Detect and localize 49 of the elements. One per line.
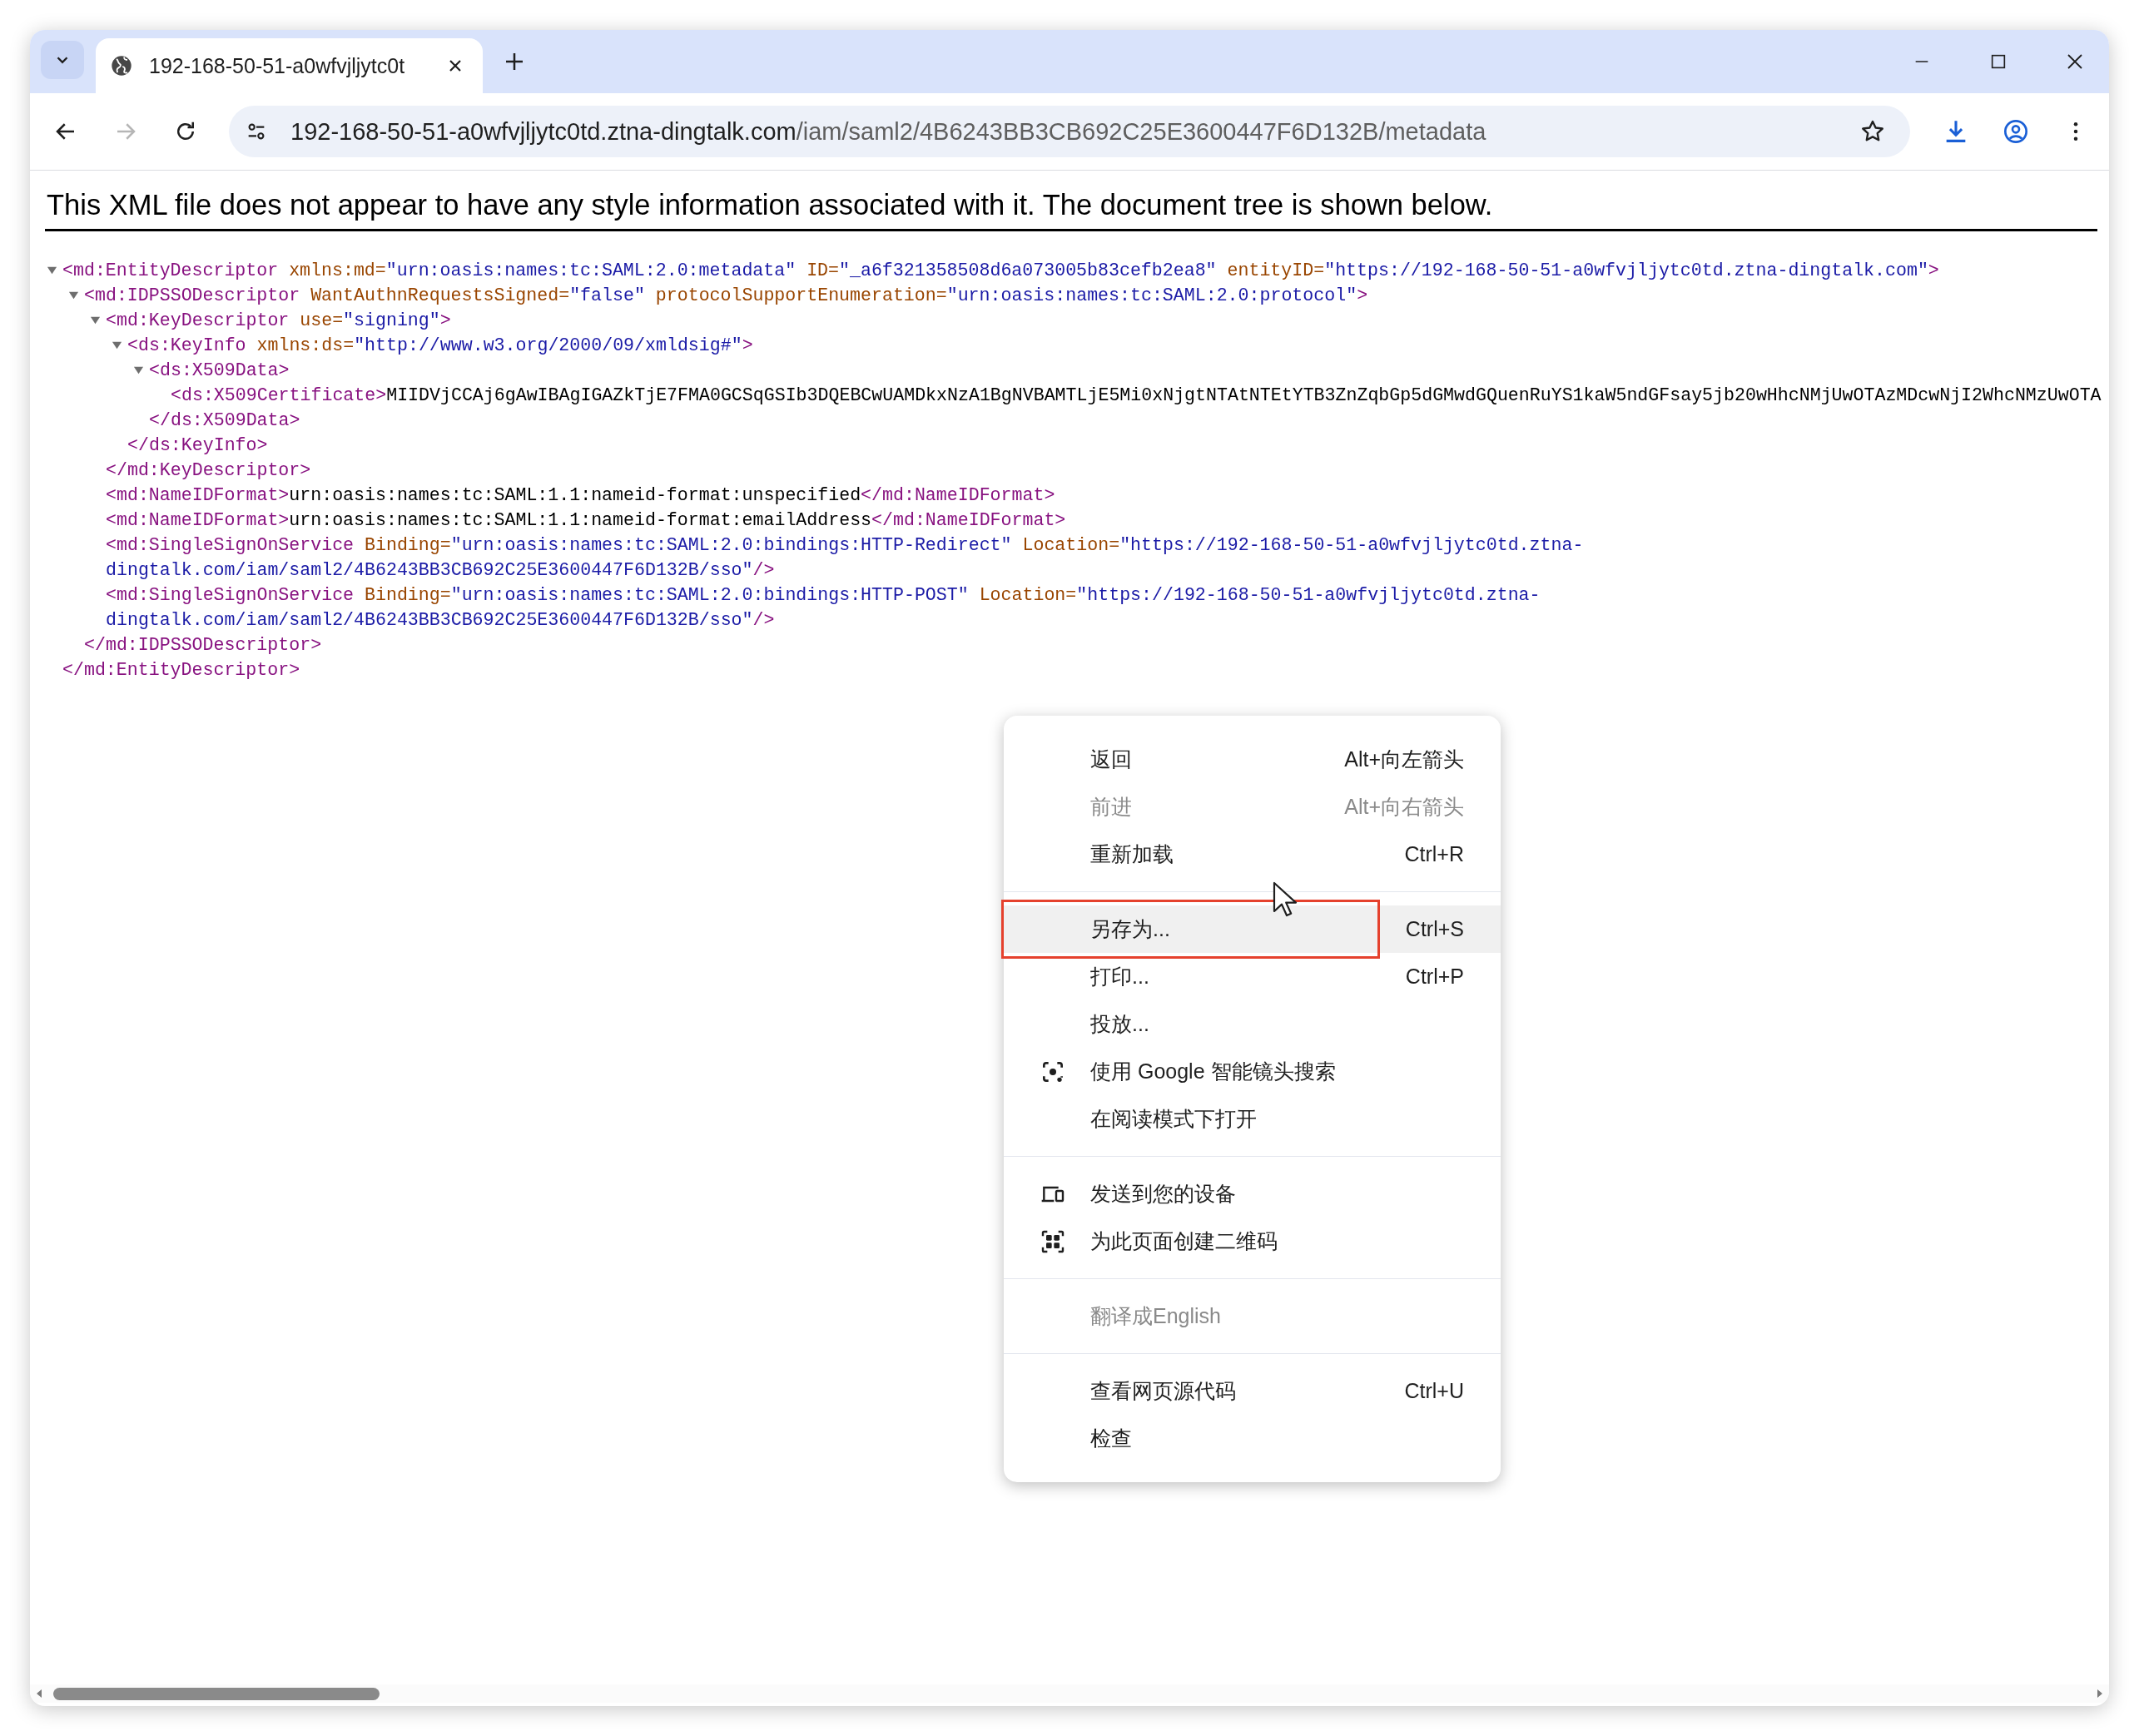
xml-line: <ds:X509Data> [149, 360, 290, 383]
shortcut-text: Ctrl+U [1404, 1379, 1464, 1403]
xml-notice: This XML file does not appear to have any style information associated with it. The document tree is shown below. [45, 171, 2097, 232]
scroll-left-icon[interactable] [35, 1689, 43, 1699]
address-bar[interactable]: 192-168-50-51-a0wfvjljytc0td.ztna-dingtalk.com/iam/saml2/4B6243BB3CB692C25E3600447F6D132B/metadata [229, 106, 1910, 157]
menu-item[interactable]: 投放... [1004, 1000, 1501, 1048]
profile-icon[interactable] [2003, 118, 2029, 145]
browser-tab[interactable]: 192-168-50-51-a0wfvjljytc0t [96, 38, 483, 93]
expand-toggle-icon[interactable] [90, 315, 101, 326]
globe-icon [110, 54, 133, 77]
xml-line: </md:IDPSSODescriptor> [84, 634, 322, 657]
expand-toggle-icon[interactable] [68, 290, 79, 301]
expand-toggle-icon[interactable] [112, 340, 122, 351]
shortcut-text: Ctrl+S [1405, 917, 1464, 941]
xml-line: <md:SingleSignOnService Binding="urn:oasis:names:tc:SAML:2.0:bindings:HTTP-Redirect" Location="https://192-168-50-51-a0wfvjljytc0td.ztna-dingtalk.com/iam/saml2/4B6243BB3CB692C25E3600447F6D132B/sso"/> [106, 534, 1585, 583]
xml-line: <ds:KeyInfo xmlns:ds="http://www.w3.org/2000/09/xmldsig#"> [127, 335, 753, 358]
expand-toggle-icon[interactable] [47, 265, 57, 276]
scroll-right-icon[interactable] [2096, 1689, 2104, 1699]
expand-toggle-icon[interactable] [133, 365, 144, 376]
xml-line: <md:EntityDescriptor xmlns:md="urn:oasis:names:tc:SAML:2.0:metadata" ID="_a6f321358508d6a073005b83cefb2ea8" entityID="https://192-168-50-51-a0wfvjljytc0td.ztna-dingtalk.com"> [62, 260, 1939, 283]
xml-line: </md:EntityDescriptor> [62, 659, 300, 682]
menu-item[interactable]: 使用 Google 智能镜头搜索 [1004, 1048, 1501, 1095]
xml-line: </md:KeyDescriptor> [106, 459, 311, 483]
xml-line: <ds:X509Certificate>MIIDVjCCAj6gAwIBAgIGAZkTjE7FMA0GCSqGSIb3DQEBCwUAMDkxNzA1BgNVBAMTLjE5Mi0xNjgtNTAtNTEtYTB3ZnZqbGp5dGMwdGQuenRuYS1kaW5ndGFsay5jb20wHhcNMjUwOTAzMDcwNjI2WhcNMzUwOTA [171, 384, 2102, 408]
menu-item[interactable]: 另存为... Ctrl+S [1004, 905, 1501, 953]
scrollbar-thumb[interactable] [53, 1687, 380, 1700]
menu-item[interactable]: 返回 Alt+向左箭头 [1004, 736, 1501, 783]
shortcut-text: Alt+向右箭头 [1344, 794, 1464, 820]
maximize-icon[interactable] [1989, 52, 2007, 71]
menu-item[interactable]: 打印... Ctrl+P [1004, 953, 1501, 1000]
shortcut-text: Ctrl+R [1404, 842, 1464, 866]
menu-item[interactable]: 在阅读模式下打开 [1004, 1095, 1501, 1143]
xml-line: <md:IDPSSODescriptor WantAuthnRequestsSigned="false" protocolSupportEnumeration="urn:oasis:names:tc:SAML:2.0:protocol"> [84, 285, 1368, 308]
url-text: 192-168-50-51-a0wfvjljytc0td.ztna-dingtalk.com/iam/saml2/4B6243BB3CB692C25E3600447F6D132B/metadata [290, 117, 1487, 146]
xml-line: </ds:KeyInfo> [127, 434, 268, 458]
xml-line: <md:NameIDFormat>urn:oasis:names:tc:SAML:1.1:nameid-format:emailAddress</md:NameIDFormat> [106, 509, 1066, 533]
tab-title: 192-168-50-51-a0wfvjljytc0t [149, 53, 406, 78]
xml-line: <md:KeyDescriptor use="signing"> [106, 310, 451, 333]
menu-item[interactable]: 重新加载 Ctrl+R [1004, 831, 1501, 878]
shortcut-text: Alt+向左箭头 [1344, 746, 1464, 772]
menu-item[interactable]: 检查 [1004, 1415, 1501, 1462]
menu-item[interactable]: 发送到您的设备 [1004, 1170, 1501, 1218]
xml-line: </ds:X509Data> [149, 409, 300, 433]
xml-line: <md:NameIDFormat>urn:oasis:names:tc:SAML:1.1:nameid-format:unspecified</md:NameIDFormat> [106, 484, 1055, 508]
xml-line: <md:SingleSignOnService Binding="urn:oasis:names:tc:SAML:2.0:bindings:HTTP-POST" Location="https://192-168-50-51-a0wfvjljytc0td.ztna-dingtalk.com/iam/saml2/4B6243BB3CB692C25E3600447F6D132B/sso"/> [106, 584, 1541, 632]
mouse-pointer-icon [1273, 881, 1298, 918]
shortcut-text: Ctrl+P [1405, 965, 1464, 989]
menu-item[interactable]: 查看网页源代码 Ctrl+U [1004, 1367, 1501, 1415]
menu-item[interactable]: 为此页面创建二维码 [1004, 1218, 1501, 1265]
